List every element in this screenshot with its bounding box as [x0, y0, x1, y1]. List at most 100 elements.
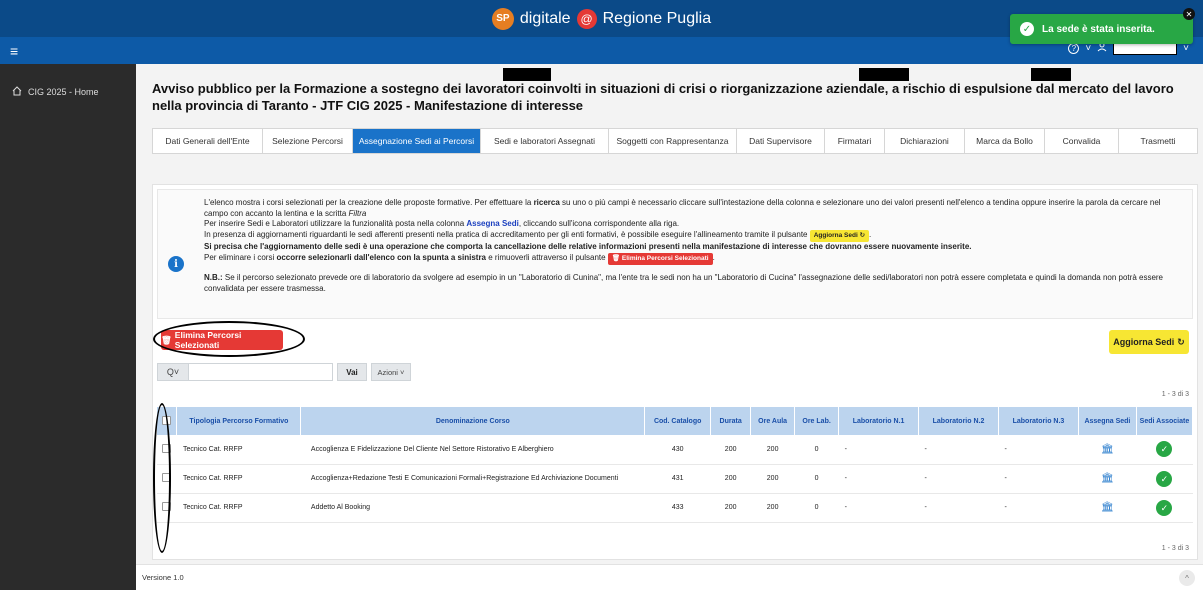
redacted-block — [859, 68, 909, 81]
help-chevron-icon[interactable]: ˅ — [1085, 43, 1091, 54]
pagination-count-bottom: 1 - 3 di 3 — [1161, 545, 1189, 552]
cell-tipologia: Tecnico Cat. RRFP — [176, 435, 301, 465]
brand-text-region: Regione Puglia — [602, 9, 712, 27]
cell-lab2: - — [918, 435, 999, 465]
search-column-dropdown[interactable]: Q˅ — [157, 363, 189, 381]
tab-soggetti-rappresentanza[interactable]: Soggetti con Rappresentanza — [609, 129, 737, 153]
row-checkbox[interactable] — [162, 473, 172, 482]
tab-dichiarazioni[interactable]: Dichiarazioni — [885, 129, 965, 153]
tab-trasmetti[interactable]: Trasmetti — [1119, 129, 1197, 153]
go-button[interactable]: Vai — [337, 363, 367, 381]
refresh-icon: ↻ — [1177, 336, 1185, 347]
courses-table: Tipologia Percorso Formativo Denominazio… — [157, 407, 1194, 523]
row-checkbox[interactable] — [162, 443, 172, 453]
column-header[interactable]: Cod. Catalogo — [644, 407, 712, 435]
check-circle-icon[interactable]: ✓ — [1156, 441, 1173, 458]
footer: Versione 1.0 ^ — [136, 564, 1203, 590]
cell-durata: 200 — [710, 493, 751, 523]
page-title: Avviso pubblico per la Formazione a sost… — [152, 81, 1174, 113]
table-row: Tecnico Cat. RRFP Addetto Al Booking 433… — [157, 493, 1193, 523]
select-all-checkbox[interactable] — [162, 415, 172, 425]
sp-logo-icon: SP — [491, 7, 514, 30]
version-label: Versione 1.0 — [142, 573, 184, 582]
cell-tipologia: Tecnico Cat. RRFP — [176, 493, 301, 523]
cell-durata: 200 — [710, 435, 751, 465]
at-logo-icon: @ — [576, 8, 597, 29]
select-all-column[interactable] — [157, 407, 178, 435]
cell-lab1: - — [838, 493, 919, 523]
cell-aula: 200 — [750, 493, 795, 523]
column-header[interactable]: Sedi Associate — [1136, 407, 1194, 435]
cell-corso: Accoglienza+Redazione Testi E Comunicazi… — [300, 464, 645, 494]
tab-marca-bollo[interactable]: Marca da Bollo — [965, 129, 1045, 153]
column-header[interactable]: Laboratorio N.1 — [838, 407, 920, 435]
cell-lab: 0 — [794, 464, 839, 494]
inline-delete-chip: 🗑 Elimina Percorsi Selezionati — [607, 252, 713, 265]
delete-selected-button[interactable]: 🗑 Elimina Percorsi Selezionati — [161, 330, 283, 350]
delete-button-label: Elimina Percorsi Selezionati — [174, 330, 242, 350]
column-header[interactable]: Ore Aula — [750, 407, 796, 435]
sidebar: CIG 2025 - Home — [0, 64, 136, 590]
cell-cod: 431 — [644, 464, 711, 494]
cell-lab1: - — [838, 435, 919, 465]
column-header[interactable]: Denominazione Corso — [300, 407, 646, 435]
column-header[interactable]: Laboratorio N.2 — [918, 407, 999, 435]
search-toolbar: Q˅ Vai Azioni ˅ — [157, 363, 411, 381]
brand-logo: SP digitale @ Regione Puglia — [491, 7, 712, 30]
sidebar-item-label: CIG 2025 - Home — [28, 87, 99, 97]
column-header[interactable]: Ore Lab. — [794, 407, 840, 435]
toast-message: La sede è stata inserita. — [1042, 23, 1155, 35]
pagination-count-top: 1 - 3 di 3 — [1161, 391, 1189, 398]
cell-tipologia: Tecnico Cat. RRFP — [176, 464, 301, 494]
bank-icon[interactable]: 🏛 — [1101, 502, 1114, 513]
inline-update-chip: Aggiorna Sedi ↻ — [809, 229, 870, 242]
cell-corso: Addetto Al Booking — [300, 493, 645, 523]
update-button-label: Aggiorna Sedi — [1113, 337, 1175, 347]
column-header[interactable]: Assegna Sedi — [1078, 407, 1137, 435]
check-circle-icon[interactable]: ✓ — [1156, 470, 1173, 487]
cell-corso: Accoglienza E Fidelizzazione Del Cliente… — [300, 435, 645, 465]
scroll-top-icon[interactable]: ^ — [1179, 570, 1195, 586]
hamburger-menu-icon[interactable]: ≡ — [10, 43, 30, 59]
success-toast: ✓ La sede è stata inserita. ✕ — [1010, 8, 1195, 44]
help-icon[interactable]: ? — [1068, 42, 1080, 54]
check-circle-icon[interactable]: ✓ — [1156, 499, 1173, 516]
cell-lab3: - — [998, 493, 1079, 523]
table-header-row: Tipologia Percorso Formativo Denominazio… — [157, 407, 1194, 435]
column-header[interactable]: Laboratorio N.3 — [998, 407, 1079, 435]
tab-firmatari[interactable]: Firmatari — [825, 129, 885, 153]
main-content: Avviso pubblico per la Formazione a sost… — [136, 64, 1203, 590]
tab-sedi-laboratori[interactable]: Sedi e laboratori Assegnati — [481, 129, 609, 153]
info-icon: i — [168, 256, 184, 272]
bank-icon[interactable]: 🏛 — [1101, 444, 1114, 455]
column-header[interactable]: Tipologia Percorso Formativo — [176, 407, 302, 435]
check-icon: ✓ — [1020, 22, 1034, 36]
update-sedi-button[interactable]: Aggiorna Sedi ↻ — [1109, 330, 1189, 354]
info-text: L'elenco mostra i corsi selezionati per … — [204, 198, 1163, 293]
bank-icon[interactable]: 🏛 — [1101, 473, 1114, 484]
user-chevron-icon[interactable]: ˅ — [1183, 43, 1189, 54]
tab-bar: Dati Generali dell'Ente Selezione Percor… — [152, 128, 1198, 154]
cell-cod: 430 — [644, 435, 711, 465]
table-row: Tecnico Cat. RRFP Accoglienza E Fidelizz… — [157, 435, 1193, 465]
close-icon[interactable]: ✕ — [1183, 8, 1195, 20]
brand-text-digitale: digitale — [519, 9, 571, 27]
tab-dati-generali[interactable]: Dati Generali dell'Ente — [153, 129, 263, 153]
actions-dropdown[interactable]: Azioni ˅ — [371, 363, 411, 381]
tab-dati-supervisore[interactable]: Dati Supervisore — [737, 129, 825, 153]
home-icon — [12, 86, 22, 98]
search-input[interactable] — [189, 363, 333, 381]
cell-lab2: - — [918, 464, 999, 494]
tab-selezione-percorsi[interactable]: Selezione Percorsi — [263, 129, 353, 153]
cell-cod: 433 — [644, 493, 711, 523]
cell-aula: 200 — [750, 435, 795, 465]
content-card: i L'elenco mostra i corsi selezionati pe… — [152, 184, 1198, 560]
sidebar-item-home[interactable]: CIG 2025 - Home — [0, 64, 136, 98]
info-panel: i L'elenco mostra i corsi selezionati pe… — [157, 189, 1193, 319]
row-checkbox[interactable] — [162, 502, 172, 511]
table-row: Tecnico Cat. RRFP Accoglienza+Redazione … — [157, 464, 1193, 494]
cell-durata: 200 — [710, 464, 751, 494]
tab-assegnazione-sedi[interactable]: Assegnazione Sedi ai Percorsi — [353, 129, 481, 153]
column-header[interactable]: Durata — [710, 407, 752, 435]
tab-convalida[interactable]: Convalida — [1045, 129, 1119, 153]
